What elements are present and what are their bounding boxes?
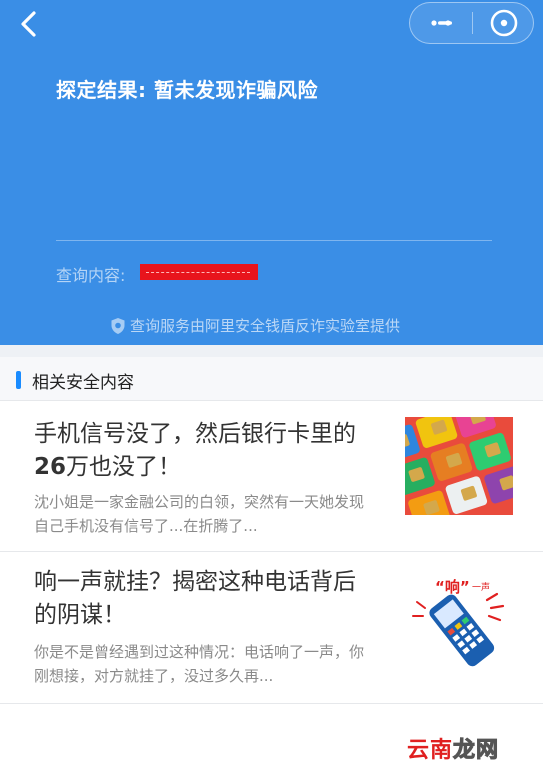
back-button[interactable] — [14, 8, 46, 40]
result-title: 探定结果: 暂未发现诈骗风险 — [56, 78, 318, 102]
article-title: 响一声就挂？揭密这种电话背后 的阴谋！ — [34, 566, 379, 632]
article-title-line1: 手机信号没了，然后银行卡里的 — [34, 421, 356, 447]
shield-icon — [111, 317, 125, 334]
more-dots-icon — [431, 20, 452, 26]
article-title: 手机信号没了，然后银行卡里的 26万也没了！ — [34, 418, 379, 484]
query-value-redacted — [140, 264, 258, 280]
header-divider — [56, 240, 492, 241]
chevron-left-icon — [21, 11, 36, 37]
more-button[interactable] — [410, 3, 472, 43]
article-title-number: 26 — [34, 454, 67, 480]
article-item[interactable]: 手机信号没了，然后银行卡里的 26万也没了！ 沈小姐是一家金融公司的白领，突然有… — [0, 399, 543, 552]
close-miniprogram-button[interactable] — [473, 3, 535, 43]
ringing-phone-image: “响” 一声 — [405, 572, 513, 670]
provider-text: 查询服务由阿里安全钱盾反诈实验室提供 — [130, 317, 401, 335]
watermark-part1: 云南 — [407, 738, 454, 763]
thumbnail-ring-subtext: 一声 — [472, 581, 490, 593]
close-miniprogram-icon — [490, 9, 518, 37]
section-gap — [0, 345, 543, 357]
article-title-line1: 响一声就挂？揭密这种电话背后 — [34, 569, 356, 595]
thumbnail-ring-text: “响” — [435, 578, 470, 596]
article-item[interactable]: 响一声就挂？揭密这种电话背后 的阴谋！ 你是不是曾经遇到过这种情况：电话响了一声… — [0, 552, 543, 704]
query-label: 查询内容: — [56, 266, 126, 285]
section-title: 相关安全内容 — [32, 373, 134, 393]
watermark-part2: 龙网 — [453, 738, 500, 764]
article-thumbnail: “响” 一声 — [405, 572, 513, 670]
provider-note: 查询服务由阿里安全钱盾反诈实验室提供 — [110, 315, 400, 336]
article-description: 你是不是曾经遇到过这种情况：电话响了一声，你刚想接，对方就挂了，没过多久再... — [34, 643, 365, 685]
article-description: 沈小姐是一家金融公司的白领，突然有一天她发现自己手机没有信号了...在折腾了..… — [34, 493, 365, 535]
section-accent-bar — [16, 371, 21, 389]
section-header: 相关安全内容 — [0, 357, 543, 401]
sim-cards-image — [378, 399, 526, 529]
site-watermark: 云南龙网 — [407, 732, 499, 764]
result-header: 探定结果: 暂未发现诈骗风险 查询内容: 查询服务由阿里安全钱盾反诈实验室提供 — [0, 0, 543, 345]
article-thumbnail — [378, 399, 526, 529]
miniprogram-capsule — [409, 2, 534, 44]
article-title-line2: 万也没了！ — [66, 454, 182, 480]
article-title-line2: 的阴谋！ — [34, 602, 126, 628]
